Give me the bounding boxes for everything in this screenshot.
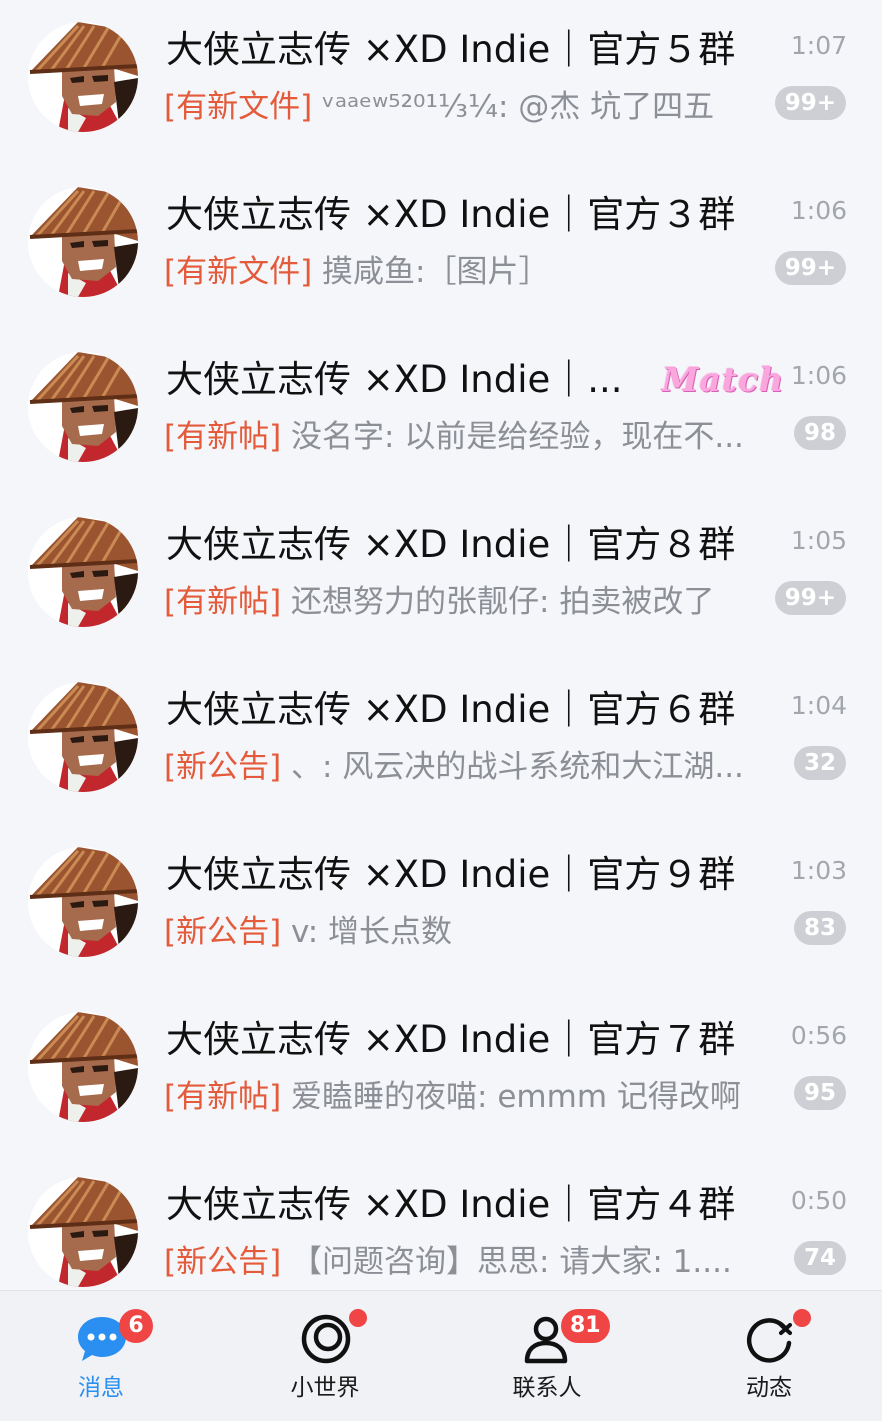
messages-unread-badge: 6 [119,1309,153,1343]
preview-tag: [新公告] [164,1244,282,1280]
chat-title: 大侠立志传 ×XD Indie｜官方９群 [166,853,736,896]
moments-notification-dot [793,1309,811,1327]
group-avatar [28,682,138,792]
chat-title: 大侠立志传 ×XD Indie｜官方８群 [166,523,736,566]
small-world-icon [300,1313,352,1365]
chat-preview: [新公告] 【问题咨询】思思: 请大家: 1.... [164,1239,776,1285]
preview-message: 【问题咨询】思思: 请大家: 1.... [281,1244,732,1280]
group-avatar [28,517,138,627]
unread-badge: 99+ [774,251,846,285]
chat-time: 1:07 [790,31,847,60]
tab-messages[interactable]: 6 消息 [31,1291,171,1421]
preview-message: 摸咸鱼:［图片］ [312,254,550,290]
chat-row-official-8[interactable]: 大侠立志传 ×XD Indie｜官方８群 1:05 [有新帖] 还想努力的张靓仔… [0,495,882,660]
group-avatar [28,187,138,297]
tab-moments[interactable]: 动态 [699,1291,839,1421]
chat-time: 1:06 [790,196,847,225]
unread-badge: 99+ [774,581,846,615]
preview-message: ᵛᵃᵃᵉʷ⁵²⁰¹⅓¼: @杰 坑了四五 [312,89,715,125]
chat-row-official-9[interactable]: 大侠立志传 ×XD Indie｜官方９群 1:03 [新公告] v: 增长点数 … [0,825,882,990]
preview-tag: [有新文件] [164,254,313,290]
chat-preview: [有新帖] 没名字: 以前是给经验，现在不... [164,414,776,460]
preview-message: 还想努力的张靓仔: 拍卖被改了 [281,584,715,620]
unread-badge: 99+ [774,86,846,120]
preview-tag: [新公告] [164,914,282,950]
chat-title: 大侠立志传 ×XD Indie｜官方７群 [166,1018,736,1061]
preview-message: 、: 风云决的战斗系统和大江湖... [281,749,744,785]
contacts-unread-badge: 81 [561,1309,610,1343]
chat-time: 1:05 [790,526,847,555]
chat-preview: [有新文件] ᵛᵃᵃᵉʷ⁵²⁰¹⅓¼: @杰 坑了四五 [164,84,776,130]
match-sticker: Match [662,360,785,399]
preview-message: v: 增长点数 [281,914,453,950]
chat-list: 大侠立志传 ×XD Indie｜官方５群 1:07 [有新文件] ᵛᵃᵃᵉʷ⁵²… [0,0,882,1290]
bottom-tab-bar: 6 消息 小世界 81 联系人 动态 [0,1290,882,1421]
preview-message: 爱瞌睡的夜喵: emmm 记得改啊 [281,1079,741,1115]
group-avatar [28,352,138,462]
chat-preview: [新公告] v: 增长点数 [164,909,776,955]
chat-time: 0:50 [790,1186,847,1215]
preview-tag: [新公告] [164,749,282,785]
chat-preview: [有新文件] 摸咸鱼:［图片］ [164,249,776,295]
preview-message: 没名字: 以前是给经验，现在不... [281,419,744,455]
unread-badge: 83 [793,911,846,945]
tab-label: 联系人 [512,1375,582,1401]
chat-row-official-6[interactable]: 大侠立志传 ×XD Indie｜官方６群 1:04 [新公告] 、: 风云决的战… [0,660,882,825]
tab-label: 消息 [78,1375,124,1401]
preview-tag: [有新文件] [164,89,313,125]
unread-badge: 32 [793,746,846,780]
tab-label: 动态 [746,1375,792,1401]
chat-time: 1:06 [790,361,847,390]
tab-contacts[interactable]: 81 联系人 [477,1291,617,1421]
chat-title: 大侠立志传 ×XD Indie｜官方３群 [166,193,736,236]
chat-preview: [有新帖] 爱瞌睡的夜喵: emmm 记得改啊 [164,1074,776,1120]
unread-badge: 95 [793,1076,846,1110]
unread-badge: 98 [793,416,846,450]
chat-row-official-4[interactable]: 大侠立志传 ×XD Indie｜官方４群 0:50 [新公告] 【问题咨询】思思… [0,1155,882,1290]
chat-row-official-7[interactable]: 大侠立志传 ×XD Indie｜官方７群 0:56 [有新帖] 爱瞌睡的夜喵: … [0,990,882,1155]
moments-icon [744,1313,796,1365]
group-avatar [28,22,138,132]
chat-time: 1:03 [790,856,847,885]
preview-tag: [有新帖] [164,584,282,620]
chat-title: 大侠立志传 ×XD Indie｜... [166,358,623,401]
chat-title: 大侠立志传 ×XD Indie｜官方５群 [166,28,736,71]
group-avatar [28,1012,138,1122]
chat-row-official-group[interactable]: 大侠立志传 ×XD Indie｜... Match 1:06 [有新帖] 没名字… [0,330,882,495]
chat-row-official-5[interactable]: 大侠立志传 ×XD Indie｜官方５群 1:07 [有新文件] ᵛᵃᵃᵉʷ⁵²… [0,0,882,165]
group-avatar [28,1177,138,1287]
chat-time: 0:56 [790,1021,847,1050]
chat-preview: [有新帖] 还想努力的张靓仔: 拍卖被改了 [164,579,776,625]
group-avatar [28,847,138,957]
tab-small-world[interactable]: 小世界 [255,1291,395,1421]
unread-badge: 74 [793,1241,846,1275]
small-world-notification-dot [349,1309,367,1327]
tab-label: 小世界 [290,1375,360,1401]
chat-title: 大侠立志传 ×XD Indie｜官方４群 [166,1183,736,1226]
preview-tag: [有新帖] [164,419,282,455]
preview-tag: [有新帖] [164,1079,282,1115]
chat-preview: [新公告] 、: 风云决的战斗系统和大江湖... [164,744,776,790]
chat-time: 1:04 [790,691,847,720]
chat-title: 大侠立志传 ×XD Indie｜官方６群 [166,688,736,731]
chat-row-official-3[interactable]: 大侠立志传 ×XD Indie｜官方３群 1:06 [有新文件] 摸咸鱼:［图片… [0,165,882,330]
